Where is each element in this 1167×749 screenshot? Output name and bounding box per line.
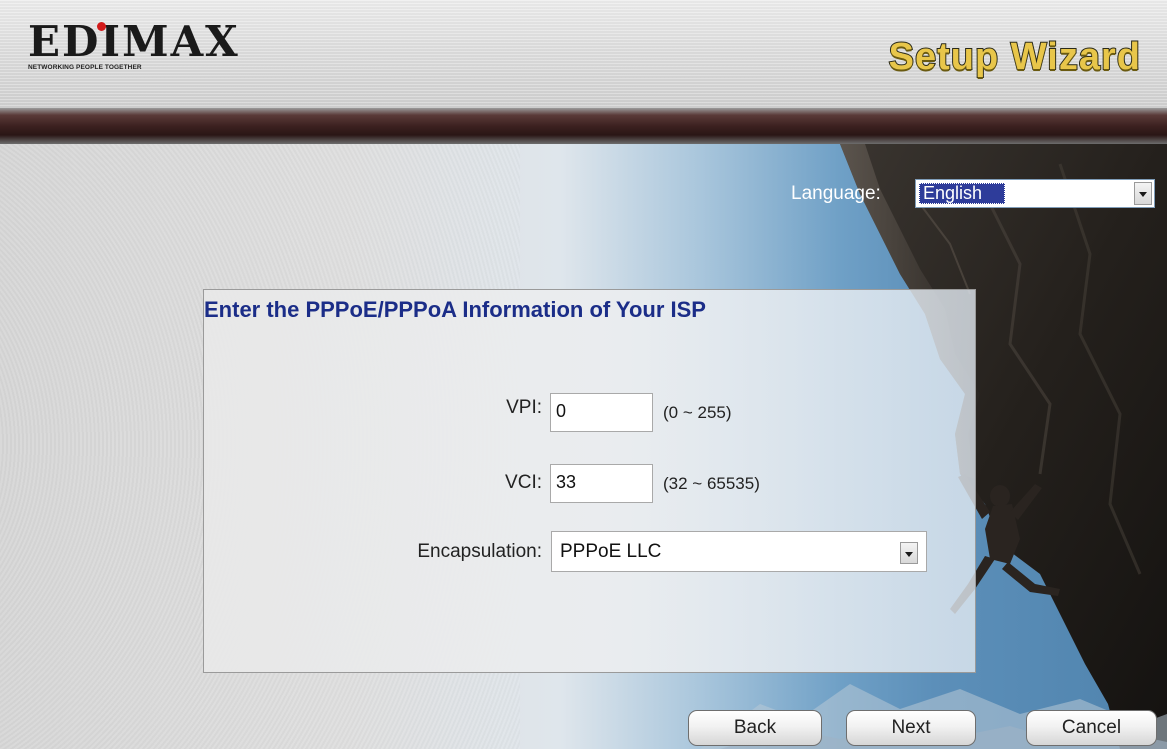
next-button[interactable]: Next bbox=[846, 710, 976, 746]
encapsulation-select[interactable]: PPPoE LLC bbox=[551, 531, 927, 572]
vpi-range-hint: (0 ~ 255) bbox=[663, 403, 732, 422]
chevron-down-icon[interactable] bbox=[1134, 182, 1152, 205]
back-button[interactable]: Back bbox=[688, 710, 822, 746]
header-divider-band bbox=[0, 108, 1167, 144]
encapsulation-selected-value: PPPoE LLC bbox=[560, 541, 662, 562]
vpi-input[interactable]: 0 bbox=[550, 393, 653, 432]
logo-red-dot bbox=[97, 22, 106, 31]
vci-label: VCI: bbox=[505, 472, 542, 493]
panel-title: Enter the PPPoE/PPPoA Information of You… bbox=[204, 297, 706, 322]
setup-wizard-page: EDIMAX NETWORKING PEOPLE TOGETHER Setup … bbox=[0, 0, 1167, 749]
logo-wordmark: EDIMAX bbox=[28, 17, 240, 66]
vci-input[interactable]: 33 bbox=[550, 464, 653, 503]
vpi-label: VPI: bbox=[506, 397, 542, 418]
cancel-button[interactable]: Cancel bbox=[1026, 710, 1157, 746]
setup-wizard-title: Setup Wizard bbox=[888, 35, 1141, 79]
language-label: Language: bbox=[791, 183, 881, 204]
logo-tagline: NETWORKING PEOPLE TOGETHER bbox=[28, 64, 142, 71]
encapsulation-label: Encapsulation: bbox=[417, 541, 542, 562]
chevron-down-icon[interactable] bbox=[900, 542, 918, 564]
vci-range-hint: (32 ~ 65535) bbox=[663, 474, 760, 493]
language-selected-value: English bbox=[919, 183, 1005, 204]
language-select[interactable]: English bbox=[915, 179, 1155, 208]
edimax-logo: EDIMAX NETWORKING PEOPLE TOGETHER bbox=[28, 18, 238, 78]
